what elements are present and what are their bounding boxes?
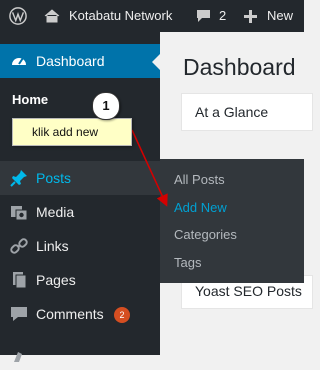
annotation-callout: klik add new xyxy=(12,118,132,146)
step-number-badge: 1 xyxy=(92,92,120,120)
callout-text: klik add new xyxy=(32,125,99,139)
annotation-arrow xyxy=(131,129,168,207)
